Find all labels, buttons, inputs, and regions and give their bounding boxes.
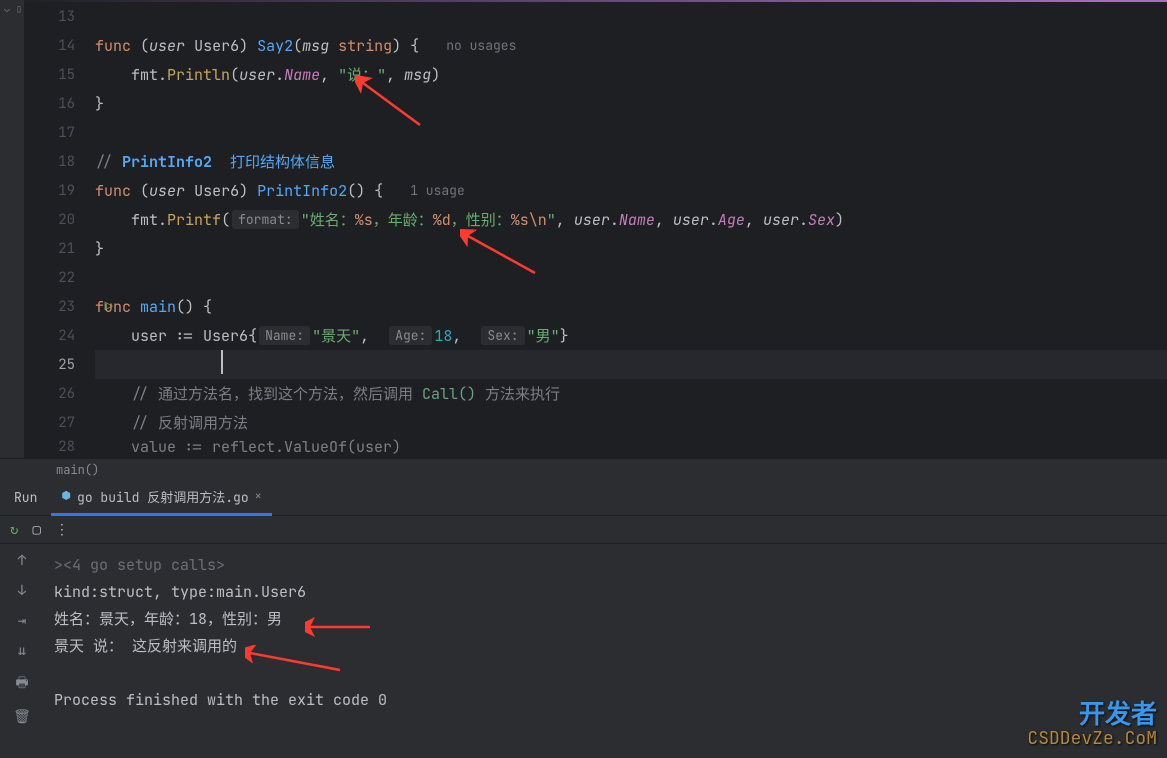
- code-line: func (user User6) PrintInfo2() { 1 usage: [95, 176, 1167, 205]
- run-toolbar: ↻ ▢ ⋮: [0, 516, 1167, 544]
- line-number: 17: [25, 118, 95, 147]
- line-number: 16: [25, 89, 95, 118]
- rerun-icon[interactable]: ↻: [10, 521, 18, 539]
- line-number: 24: [25, 321, 95, 350]
- console-line: 景天 说： 这反射来调用的: [54, 633, 1157, 660]
- code-line: [95, 118, 1167, 147]
- scroll-icon[interactable]: ⇊: [18, 642, 26, 660]
- param-hint: format:: [232, 210, 299, 229]
- param-hint: Name:: [259, 326, 310, 345]
- code-line: [95, 263, 1167, 292]
- editor-area: ⌄ ▯ 13 14 15 16 17 18 19 20 21 22 23▷ 24…: [0, 0, 1167, 458]
- code-line: // 通过方法名，找到这个方法，然后调用 Call() 方法来执行: [95, 379, 1167, 408]
- line-number: 25: [25, 350, 95, 379]
- trash-icon[interactable]: 🗑: [13, 708, 31, 726]
- line-number: 26: [25, 379, 95, 408]
- code-line: // PrintInfo2 打印结构体信息: [95, 147, 1167, 176]
- param-hint: Age:: [389, 326, 432, 345]
- console-line: ><4 go setup calls>: [54, 552, 1157, 579]
- line-number: 13: [25, 2, 95, 31]
- line-number: 15: [25, 60, 95, 89]
- go-icon: ⬢: [61, 489, 71, 503]
- run-panel: Run ⬢ go build 反射调用方法.go × ↻ ▢ ⋮ ↑ ↓ ⇥ ⇊…: [0, 480, 1167, 758]
- run-body: ↑ ↓ ⇥ ⇊ 🖶 🗑 ><4 go setup calls> kind:str…: [0, 544, 1167, 758]
- code-line: [95, 2, 1167, 31]
- code-editor[interactable]: func (user User6) Say2(msg string) { no …: [95, 0, 1167, 458]
- code-line: func (user User6) Say2(msg string) { no …: [95, 31, 1167, 60]
- console-line: kind:struct, type:main.User6: [54, 579, 1157, 606]
- line-number: 20: [25, 205, 95, 234]
- console-line: 姓名：景天，年龄：18，性别：男: [54, 606, 1157, 633]
- line-number: 22: [25, 263, 95, 292]
- watermark: 开发者 CSDDevZe.CoM: [1027, 694, 1157, 750]
- fold-gutter: ⌄ ▯: [0, 0, 25, 458]
- line-number: 19: [25, 176, 95, 205]
- print-icon[interactable]: 🖶: [15, 672, 28, 696]
- run-label: Run: [0, 489, 51, 506]
- run-side-toolbar: ↑ ↓ ⇥ ⇊ 🖶 🗑: [0, 544, 44, 758]
- code-line: // 反射调用方法: [95, 408, 1167, 437]
- line-number: 18: [25, 147, 95, 176]
- code-line: func main() {: [95, 292, 1167, 321]
- code-line: }: [95, 89, 1167, 118]
- up-icon[interactable]: ↑: [18, 552, 26, 570]
- line-number: 28: [25, 437, 95, 457]
- param-hint: Sex:: [481, 326, 524, 345]
- line-number: 21: [25, 234, 95, 263]
- usage-hint[interactable]: no usages: [446, 37, 516, 54]
- close-icon[interactable]: ×: [255, 488, 262, 504]
- wrap-icon[interactable]: ⇥: [18, 612, 26, 630]
- run-tab[interactable]: ⬢ go build 反射调用方法.go ×: [51, 480, 271, 516]
- line-number: 14: [25, 31, 95, 60]
- fold-chevron-icon[interactable]: ⌄ ▯: [4, 2, 22, 15]
- line-number: 23▷: [25, 292, 95, 321]
- usage-hint[interactable]: 1 usage: [410, 182, 465, 199]
- console-line: Process finished with the exit code 0: [54, 687, 1157, 714]
- text-cursor: [221, 350, 223, 374]
- code-line: fmt.Println(user.Name, "说：", msg): [95, 60, 1167, 89]
- stop-icon[interactable]: ▢: [32, 521, 40, 539]
- run-tabs: Run ⬢ go build 反射调用方法.go ×: [0, 480, 1167, 516]
- down-icon[interactable]: ↓: [18, 582, 26, 600]
- code-line: [95, 350, 1167, 379]
- code-line: user := User6{Name:"景天", Age:18, Sex:"男"…: [95, 321, 1167, 350]
- code-line: value := reflect.ValueOf(user): [95, 437, 1167, 457]
- line-gutter: 13 14 15 16 17 18 19 20 21 22 23▷ 24 25 …: [25, 0, 95, 458]
- more-icon[interactable]: ⋮: [55, 521, 69, 539]
- line-number: 27: [25, 408, 95, 437]
- code-line: fmt.Printf(format:"姓名：%s，年龄：%d，性别：%s\n",…: [95, 205, 1167, 234]
- breadcrumb[interactable]: main(): [0, 458, 1167, 480]
- console-output[interactable]: ><4 go setup calls> kind:struct, type:ma…: [44, 544, 1167, 758]
- code-line: }: [95, 234, 1167, 263]
